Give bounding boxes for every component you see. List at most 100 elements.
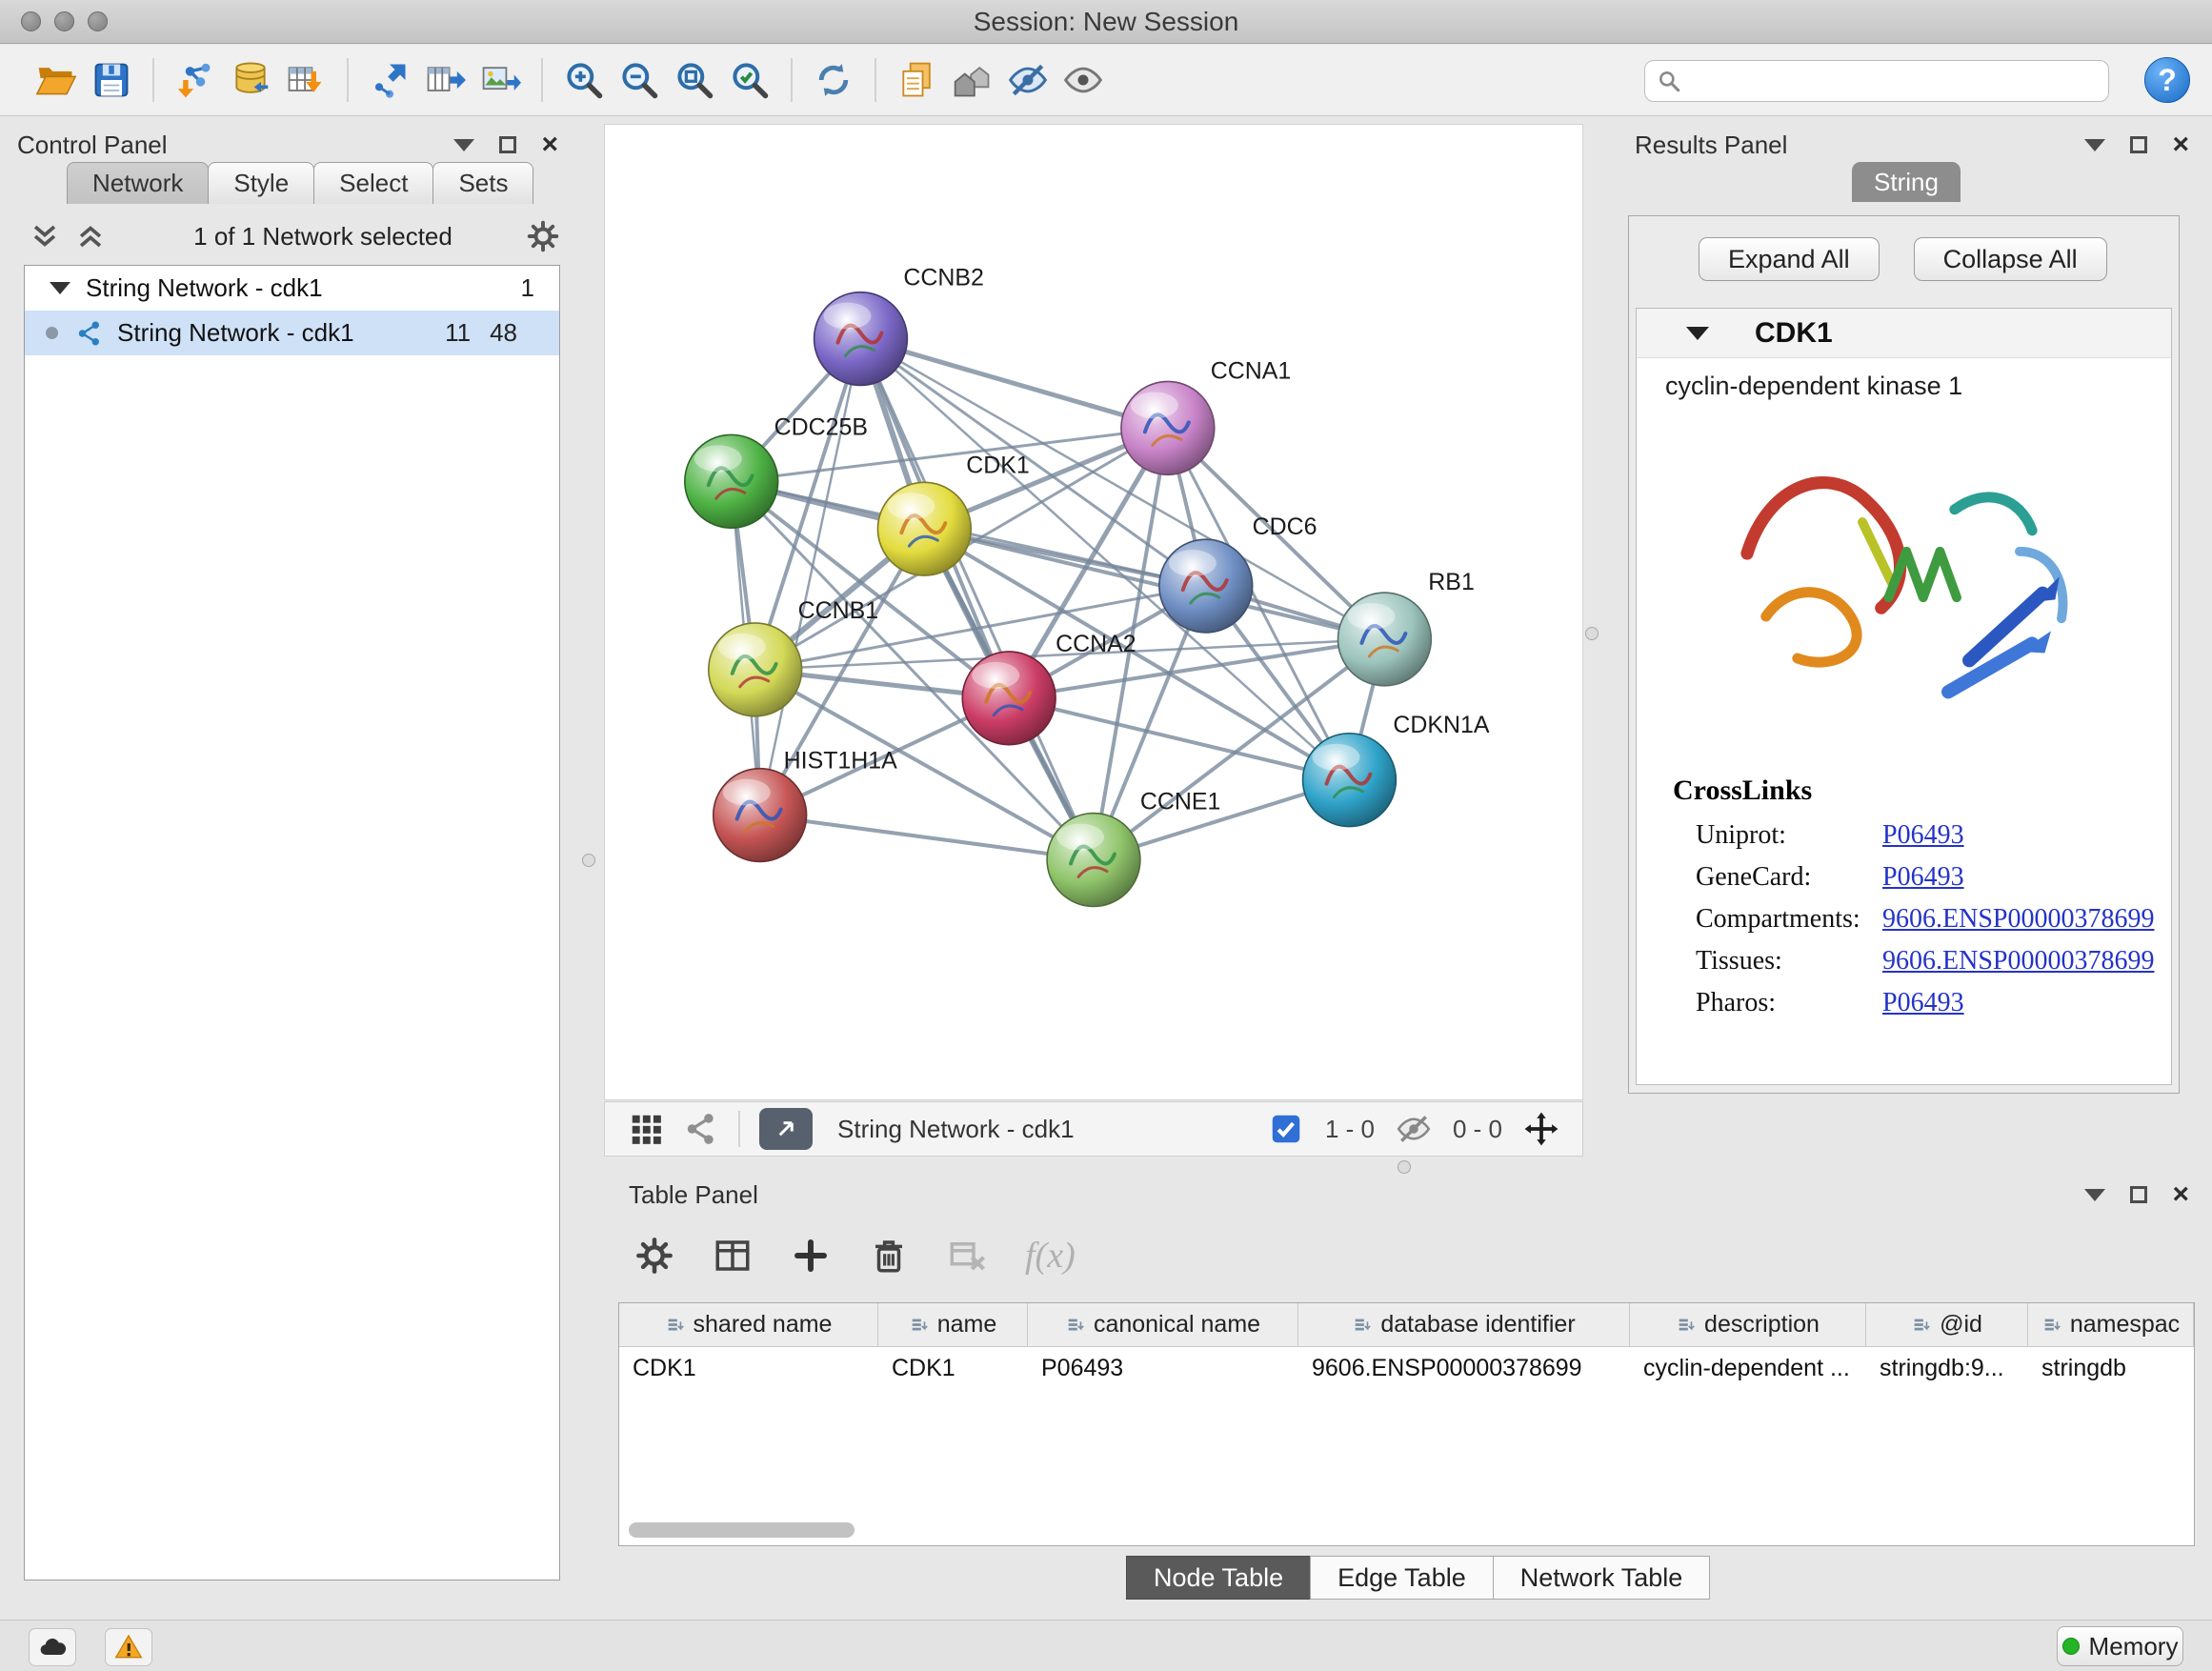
welcome-screen-button[interactable] xyxy=(945,52,1000,108)
refresh-layout-button[interactable] xyxy=(806,52,861,108)
hide-graphics-details-button[interactable] xyxy=(1000,52,1056,108)
cell-name[interactable]: CDK1 xyxy=(878,1347,1028,1391)
horizontal-scrollbar[interactable] xyxy=(629,1522,855,1538)
splitter-handle[interactable] xyxy=(582,854,595,867)
maximize-panel-icon[interactable] xyxy=(2130,1186,2147,1203)
expand-all-button[interactable]: Expand All xyxy=(1699,237,1880,281)
crosslink-tissues-link[interactable]: 9606.ENSP00000378699 xyxy=(1882,946,2154,976)
zoom-window-button[interactable] xyxy=(88,11,108,31)
column-header[interactable]: @id xyxy=(1866,1303,2028,1346)
minimize-button[interactable] xyxy=(54,11,74,31)
tab-style[interactable]: Style xyxy=(208,162,314,204)
collapse-all-button[interactable]: Collapse All xyxy=(1914,237,2107,281)
delete-table-icon xyxy=(947,1236,987,1276)
close-panel-icon[interactable]: × xyxy=(2172,1180,2189,1209)
tab-select[interactable]: Select xyxy=(313,162,433,204)
column-header[interactable]: name xyxy=(878,1303,1028,1346)
show-graphics-details-button[interactable] xyxy=(1056,52,1111,108)
network-overview-icon[interactable] xyxy=(683,1111,719,1147)
string-results-box: Expand All Collapse All CDK1 cyclin-depe… xyxy=(1628,215,2180,1094)
column-header[interactable]: description xyxy=(1630,1303,1866,1346)
collapse-panel-icon[interactable] xyxy=(453,139,474,151)
hidden-edges-eye-icon[interactable] xyxy=(1396,1111,1432,1147)
graph-node-HIST1H1A: HIST1H1A xyxy=(714,748,897,862)
copy-document-button[interactable] xyxy=(890,52,945,108)
title-bar: Session: New Session xyxy=(0,0,2212,44)
import-network-database-button[interactable] xyxy=(223,52,278,108)
save-session-button[interactable] xyxy=(84,52,139,108)
toolbar-separator xyxy=(152,58,154,102)
import-network-file-button[interactable] xyxy=(168,52,223,108)
column-header[interactable]: database identifier xyxy=(1298,1303,1630,1346)
cell-description[interactable]: cyclin-dependent ... xyxy=(1630,1347,1866,1391)
maximize-panel-icon[interactable] xyxy=(499,136,516,153)
tab-sets[interactable]: Sets xyxy=(432,162,533,204)
tab-network[interactable]: Network xyxy=(67,162,209,204)
close-panel-icon[interactable]: × xyxy=(541,131,558,159)
close-button[interactable] xyxy=(21,11,41,31)
network-view-toolbar: String Network - cdk1 1 - 0 0 - 0 xyxy=(604,1101,1583,1157)
tree-expand-icon[interactable] xyxy=(50,282,70,294)
network-graph[interactable]: CCNB2CCNA1CDC25BCDK1CDC6RB1CCNB1CCNA2CDK… xyxy=(605,125,1582,1099)
collapse-panel-icon[interactable] xyxy=(2084,1189,2105,1201)
open-session-button[interactable] xyxy=(29,52,84,108)
crosslink-genecard-link[interactable]: P06493 xyxy=(1882,862,1964,893)
column-header[interactable]: shared name xyxy=(619,1303,878,1346)
delete-column-trash-icon[interactable] xyxy=(869,1236,909,1276)
graph-node-RB1: RB1 xyxy=(1337,569,1474,686)
splitter-handle[interactable] xyxy=(1585,627,1599,640)
memory-status-dot xyxy=(2062,1638,2080,1655)
network-canvas[interactable]: CCNB2CCNA1CDC25BCDK1CDC6RB1CCNB1CCNA2CDK… xyxy=(604,124,1583,1100)
memory-button[interactable]: Memory xyxy=(2057,1626,2183,1666)
zoom-selected-button[interactable] xyxy=(722,52,777,108)
selected-hidden-edges-count: 0 - 0 xyxy=(1453,1115,1502,1144)
cell-namespace[interactable]: stringdb xyxy=(2028,1347,2194,1391)
cloud-status-button[interactable] xyxy=(29,1628,76,1666)
network-collection-row[interactable]: String Network - cdk1 1 xyxy=(25,266,559,311)
collapse-panel-icon[interactable] xyxy=(2084,139,2105,151)
main-toolbar: ? xyxy=(0,45,2212,116)
search-input[interactable] xyxy=(1691,66,2097,97)
collapse-section-icon[interactable] xyxy=(1686,327,1709,340)
network-row-selected[interactable]: String Network - cdk1 11 48 xyxy=(25,311,559,355)
crosslink-uniprot-link[interactable]: P06493 xyxy=(1882,820,1964,851)
tab-edge-table[interactable]: Edge Table xyxy=(1310,1556,1494,1600)
zoom-out-button[interactable] xyxy=(612,52,667,108)
tab-network-table[interactable]: Network Table xyxy=(1493,1556,1711,1600)
cell-shared-name[interactable]: CDK1 xyxy=(619,1347,878,1391)
expand-all-icon[interactable] xyxy=(74,220,107,252)
detach-view-button[interactable] xyxy=(759,1108,813,1150)
tab-string[interactable]: String xyxy=(1852,162,1961,202)
tab-node-table[interactable]: Node Table xyxy=(1126,1556,1311,1600)
crosslink-pharos-link[interactable]: P06493 xyxy=(1882,988,1964,1018)
export-network-button[interactable] xyxy=(362,52,417,108)
cell-canonical-name[interactable]: P06493 xyxy=(1028,1347,1298,1391)
export-image-button[interactable] xyxy=(473,52,528,108)
zoom-in-button[interactable] xyxy=(556,52,612,108)
gene-section-header[interactable]: CDK1 xyxy=(1637,309,2171,358)
toolbar-separator xyxy=(738,1111,740,1147)
cell-id[interactable]: stringdb:9... xyxy=(1866,1347,2028,1391)
move-icon[interactable] xyxy=(1523,1111,1559,1147)
export-table-button[interactable] xyxy=(417,52,473,108)
create-column-icon[interactable] xyxy=(791,1236,831,1276)
cell-database-identifier[interactable]: 9606.ENSP00000378699 xyxy=(1298,1347,1630,1391)
zoom-selected-icon xyxy=(729,59,771,101)
help-button[interactable]: ? xyxy=(2144,57,2190,103)
show-columns-icon[interactable] xyxy=(713,1236,753,1276)
import-table-button[interactable] xyxy=(278,52,333,108)
close-panel-icon[interactable]: × xyxy=(2172,131,2189,159)
selected-nodes-checkbox-icon[interactable] xyxy=(1268,1111,1304,1147)
crosslink-compartments-link[interactable]: 9606.ENSP00000378699 xyxy=(1882,904,2154,935)
warnings-button[interactable] xyxy=(105,1628,152,1666)
column-header[interactable]: canonical name xyxy=(1028,1303,1298,1346)
network-options-gear-icon[interactable] xyxy=(526,219,560,253)
grid-view-icon[interactable] xyxy=(628,1111,664,1147)
zoom-fit-button[interactable] xyxy=(667,52,722,108)
collapse-all-icon[interactable] xyxy=(29,220,61,252)
table-row[interactable]: CDK1 CDK1 P06493 9606.ENSP00000378699 cy… xyxy=(619,1347,2194,1391)
column-header[interactable]: namespac xyxy=(2028,1303,2194,1346)
splitter-handle[interactable] xyxy=(1398,1160,1411,1174)
table-settings-gear-icon[interactable] xyxy=(634,1236,674,1276)
maximize-panel-icon[interactable] xyxy=(2130,136,2147,153)
